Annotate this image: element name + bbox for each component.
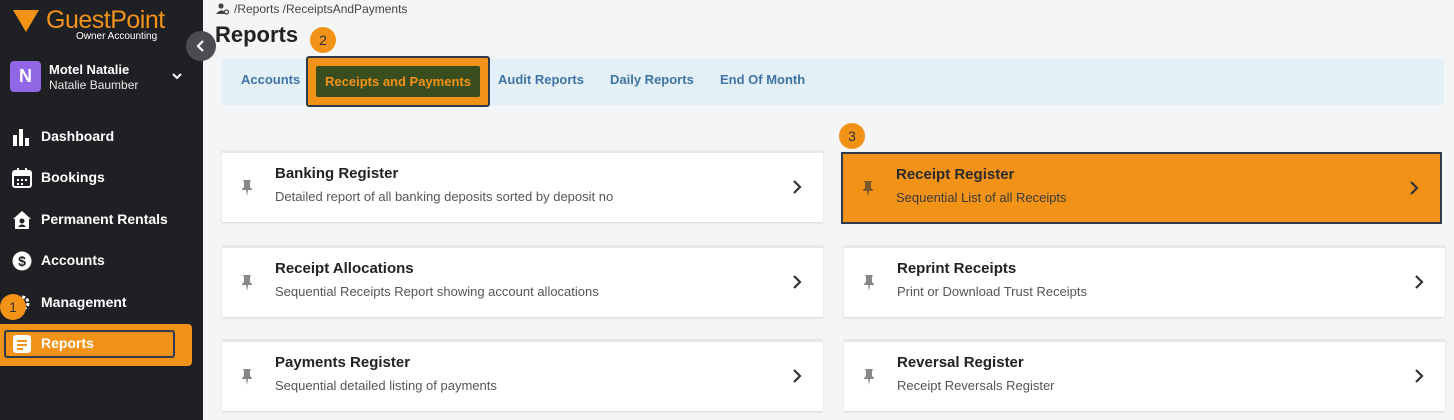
property-selector[interactable]: N Motel Natalie Natalie Baumber: [10, 60, 190, 94]
card-title: Receipt Register: [896, 166, 1015, 183]
card-description: Detailed report of all banking deposits …: [275, 189, 614, 204]
card-payments-register[interactable]: Payments Register Sequential detailed li…: [222, 339, 823, 411]
sidebar-item-label: Permanent Rentals: [41, 211, 168, 227]
card-description: Receipt Reversals Register: [897, 378, 1055, 393]
card-title: Payments Register: [275, 354, 411, 371]
dollar-icon: $: [12, 251, 32, 271]
pin-icon[interactable]: [861, 180, 875, 198]
tab-audit-reports[interactable]: Audit Reports: [498, 72, 584, 87]
card-title: Reversal Register: [897, 354, 1024, 371]
chevron-right-icon: [1415, 275, 1424, 289]
pin-icon[interactable]: [862, 368, 876, 386]
tab-accounts[interactable]: Accounts: [241, 72, 300, 87]
card-banking-register[interactable]: Banking Register Detailed report of all …: [222, 150, 823, 222]
house-icon: [13, 211, 31, 229]
pin-icon[interactable]: [240, 179, 254, 197]
user-gear-icon: [216, 3, 229, 15]
pin-icon[interactable]: [240, 274, 254, 292]
svg-text:$: $: [18, 253, 26, 269]
property-user: Natalie Baumber: [49, 78, 139, 92]
card-receipt-allocations[interactable]: Receipt Allocations Sequential Receipts …: [222, 245, 823, 317]
logo-subtitle: Owner Accounting: [76, 31, 158, 42]
property-name: Motel Natalie: [49, 62, 130, 77]
chevron-right-icon: [793, 369, 802, 383]
sidebar-collapse-button[interactable]: [186, 31, 216, 61]
bar-chart-icon: [13, 129, 29, 146]
chevron-right-icon: [793, 180, 802, 194]
chevron-down-icon: [172, 73, 182, 80]
card-description: Sequential detailed listing of payments: [275, 378, 497, 393]
chevron-left-icon: [196, 40, 204, 52]
property-avatar: N: [10, 61, 41, 92]
logo-triangle-icon: [13, 10, 39, 32]
chevron-right-icon: [1410, 181, 1419, 195]
chevron-right-icon: [1415, 369, 1424, 383]
calendar-icon: [12, 168, 32, 188]
pin-icon[interactable]: [240, 368, 254, 386]
sidebar-item-bookings[interactable]: Bookings: [0, 158, 203, 198]
step-badge-3: 3: [839, 123, 865, 149]
sidebar-item-label: Dashboard: [41, 128, 115, 144]
sidebar-item-reports[interactable]: Reports: [0, 324, 192, 366]
sidebar-item-label: Accounts: [41, 252, 105, 268]
sidebar-item-label: Reports: [41, 335, 94, 351]
guestpoint-logo[interactable]: GuestPoint Owner Accounting: [10, 4, 170, 44]
sidebar-item-label: Bookings: [41, 169, 105, 185]
card-description: Sequential List of all Receipts: [896, 190, 1067, 205]
card-title: Reprint Receipts: [897, 260, 1017, 277]
breadcrumb-path[interactable]: /Reports /ReceiptsAndPayments: [234, 2, 407, 16]
sidebar-item-label: Management: [41, 294, 127, 310]
card-receipt-register[interactable]: Receipt Register Sequential List of all …: [841, 152, 1442, 224]
step-badge-2: 2: [310, 27, 336, 53]
sidebar-item-permanent-rentals[interactable]: Permanent Rentals: [0, 200, 203, 240]
breadcrumb: /Reports /ReceiptsAndPayments: [216, 2, 407, 16]
card-title: Banking Register: [275, 165, 399, 182]
step-badge-1: 1: [0, 294, 26, 320]
tab-end-of-month[interactable]: End Of Month: [720, 72, 805, 87]
sidebar-item-accounts[interactable]: $ Accounts: [0, 241, 203, 281]
pin-icon[interactable]: [862, 274, 876, 292]
report-icon: [13, 335, 31, 353]
sidebar-item-management[interactable]: Management: [0, 283, 203, 323]
card-reversal-register[interactable]: Reversal Register Receipt Reversals Regi…: [844, 339, 1445, 411]
sidebar-item-dashboard[interactable]: Dashboard: [0, 117, 203, 157]
tab-receipts-and-payments[interactable]: Receipts and Payments: [316, 66, 480, 97]
card-title: Receipt Allocations: [275, 260, 414, 277]
chevron-right-icon: [793, 275, 802, 289]
sidebar: GuestPoint Owner Accounting N Motel Nata…: [0, 0, 203, 420]
card-description: Sequential Receipts Report showing accou…: [275, 284, 599, 299]
card-description: Print or Download Trust Receipts: [897, 284, 1088, 299]
page-title: Reports: [215, 22, 299, 47]
card-reprint-receipts[interactable]: Reprint Receipts Print or Download Trust…: [844, 245, 1445, 317]
tab-daily-reports[interactable]: Daily Reports: [610, 72, 694, 87]
